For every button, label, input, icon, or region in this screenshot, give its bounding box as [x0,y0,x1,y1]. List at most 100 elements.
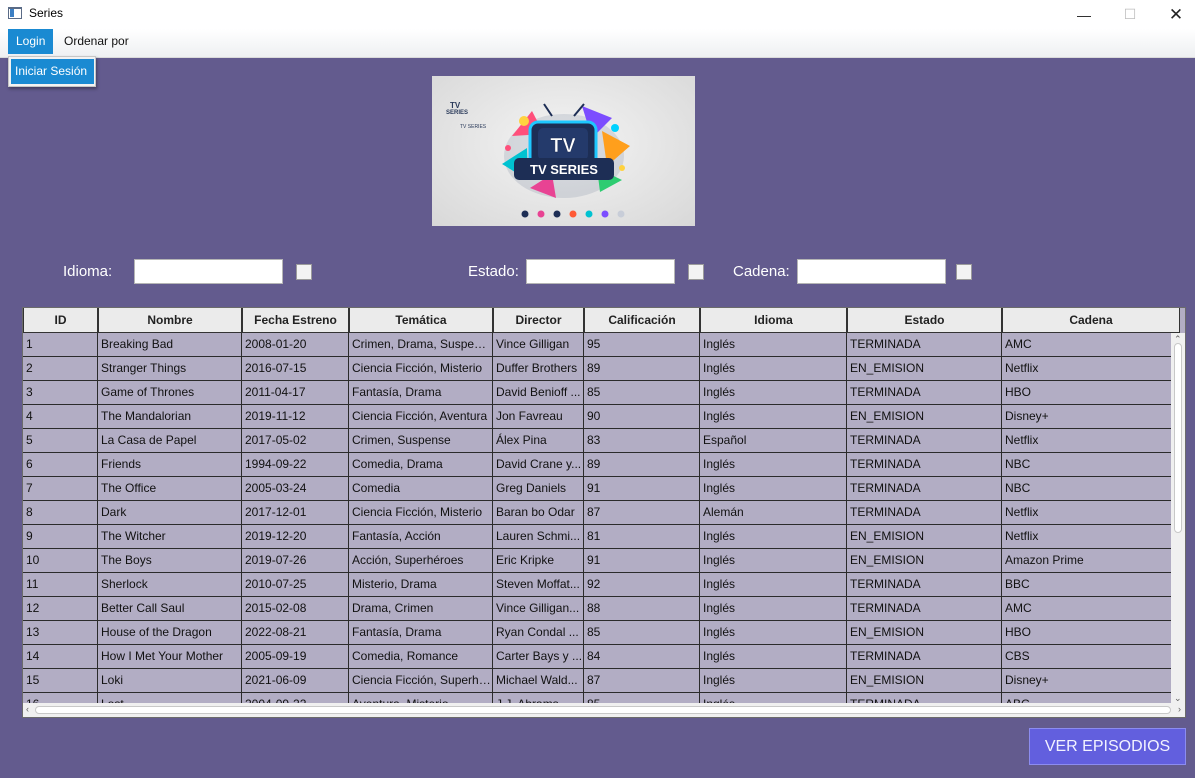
table-cell: 89 [584,357,700,380]
table-cell: Michael Wald... [493,669,584,692]
filter-estado-label: Estado: [468,263,519,280]
table-cell: EN_EMISION [847,669,1002,692]
horizontal-scroll-thumb[interactable] [35,706,1171,714]
table-cell: 2015-02-08 [242,597,349,620]
table-cell: Friends [98,453,242,476]
table-cell: Ciencia Ficción, Misterio [349,501,493,524]
table-cell: Stranger Things [98,357,242,380]
table-cell: Fantasía, Drama [349,621,493,644]
table-cell: 85 [584,621,700,644]
table-cell: Game of Thrones [98,381,242,404]
table-cell: Disney+ [1002,405,1180,428]
table-cell: Inglés [700,669,847,692]
table-cell: EN_EMISION [847,621,1002,644]
table-cell: NBC [1002,453,1180,476]
table-cell: Steven Moffat... [493,573,584,596]
table-cell: Crimen, Drama, Suspense [349,333,493,356]
table-cell: TERMINADA [847,645,1002,668]
table-cell: TERMINADA [847,597,1002,620]
table-cell: 1994-09-22 [242,453,349,476]
window-title: Series [29,6,64,20]
table-cell: 2017-12-01 [242,501,349,524]
table-cell: Crimen, Suspense [349,429,493,452]
table-cell: Comedia [349,477,493,500]
ver-episodios-button[interactable]: VER EPISODIOS [1029,728,1186,765]
table-cell: Drama, Crimen [349,597,493,620]
column-header-temática[interactable]: Temática [349,308,493,332]
table-row[interactable]: 9 The Witcher 2019-12-20 Fantasía, Acción La… [23,525,1180,549]
title-bar: Series — ☐ ✕ [0,0,1195,29]
table-cell: HBO [1002,621,1180,644]
table-cell: The Boys [98,549,242,572]
column-header-calificación[interactable]: Calificación [584,308,700,332]
table-row[interactable]: 7 The Office 2005-03-24 Comedia Greg Daniels… [23,477,1180,501]
table-cell: 88 [584,597,700,620]
filter-estado-checkbox[interactable] [688,264,704,280]
table-cell: 2011-04-17 [242,381,349,404]
table-row[interactable]: 1 Breaking Bad 2008-01-20 Crimen, Drama, Su… [23,333,1180,357]
table-row[interactable]: 11 Sherlock 2010-07-25 Misterio, Drama Steve… [23,573,1180,597]
column-header-fecha-estreno[interactable]: Fecha Estreno [242,308,349,332]
table-cell: 11 [23,573,98,596]
table-row[interactable]: 13 House of the Dragon 2022-08-21 Fantasía,… [23,621,1180,645]
horizontal-scrollbar[interactable]: ‹ › [23,703,1185,717]
table-cell: 85 [584,381,700,404]
column-header-id[interactable]: ID [23,308,98,332]
scroll-left-icon[interactable]: ‹ [26,704,29,714]
table-cell: Inglés [700,453,847,476]
scroll-right-icon[interactable]: › [1178,704,1181,714]
vertical-scroll-thumb[interactable] [1174,343,1182,533]
table-cell: 2005-03-24 [242,477,349,500]
close-button[interactable]: ✕ [1153,0,1195,29]
table-row[interactable]: 3 Game of Thrones 2011-04-17 Fantasía, Dram… [23,381,1180,405]
menu-item-iniciar-sesion[interactable]: Iniciar Sesión [11,59,94,84]
table-row[interactable]: 4 The Mandalorian 2019-11-12 Ciencia Ficció… [23,405,1180,429]
table-cell: TERMINADA [847,429,1002,452]
table-row[interactable]: 15 Loki 2021-06-09 Ciencia Ficción, Superhé… [23,669,1180,693]
table-row[interactable]: 8 Dark 2017-12-01 Ciencia Ficción, Misterio… [23,501,1180,525]
filter-cadena-checkbox[interactable] [956,264,972,280]
table-row[interactable]: 12 Better Call Saul 2015-02-08 Drama, Crime… [23,597,1180,621]
table-cell: 2022-08-21 [242,621,349,644]
table-row[interactable]: 2 Stranger Things 2016-07-15 Ciencia Ficció… [23,357,1180,381]
column-header-estado[interactable]: Estado [847,308,1002,332]
table-cell: NBC [1002,477,1180,500]
minimize-button[interactable]: — [1061,0,1107,29]
banner-logo-tv: TV [550,135,576,157]
maximize-button[interactable]: ☐ [1107,0,1153,29]
column-header-cadena[interactable]: Cadena [1002,308,1180,332]
filter-estado-input[interactable] [526,259,675,284]
column-header-idioma[interactable]: Idioma [700,308,847,332]
vertical-scrollbar[interactable]: ⌃ ⌄ [1171,333,1185,705]
table-cell: 5 [23,429,98,452]
filter-idioma-input[interactable] [134,259,283,284]
column-header-nombre[interactable]: Nombre [98,308,242,332]
menu-ordenar-por[interactable]: Ordenar por [56,29,137,54]
banner-small-tvseries: TV SERIES [460,124,487,130]
table-cell: Inglés [700,405,847,428]
column-header-director[interactable]: Director [493,308,584,332]
filter-cadena-input[interactable] [797,259,946,284]
table-cell: Fantasía, Drama [349,381,493,404]
table-row[interactable]: 5 La Casa de Papel 2017-05-02 Crimen, Suspe… [23,429,1180,453]
table-cell: 89 [584,453,700,476]
table-cell: BBC [1002,573,1180,596]
table-row[interactable]: 14 How I Met Your Mother 2005-09-19 Comedia… [23,645,1180,669]
table-cell: EN_EMISION [847,405,1002,428]
series-table[interactable]: ID Nombre Fecha Estreno Temática Director Cal… [22,307,1186,718]
table-cell: 8 [23,501,98,524]
table-cell: 7 [23,477,98,500]
table-cell: Comedia, Romance [349,645,493,668]
table-cell: Amazon Prime [1002,549,1180,572]
table-cell: 6 [23,453,98,476]
table-row[interactable]: 6 Friends 1994-09-22 Comedia, Drama David Cr… [23,453,1180,477]
filter-idioma-checkbox[interactable] [296,264,312,280]
table-cell: David Benioff ... [493,381,584,404]
table-cell: Netflix [1002,357,1180,380]
table-cell: TERMINADA [847,453,1002,476]
table-row[interactable]: 10 The Boys 2019-07-26 Acción, Superhéroes E… [23,549,1180,573]
table-cell: AMC [1002,597,1180,620]
table-cell: 2021-06-09 [242,669,349,692]
menu-login[interactable]: Login [8,29,54,54]
table-cell: 2019-07-26 [242,549,349,572]
